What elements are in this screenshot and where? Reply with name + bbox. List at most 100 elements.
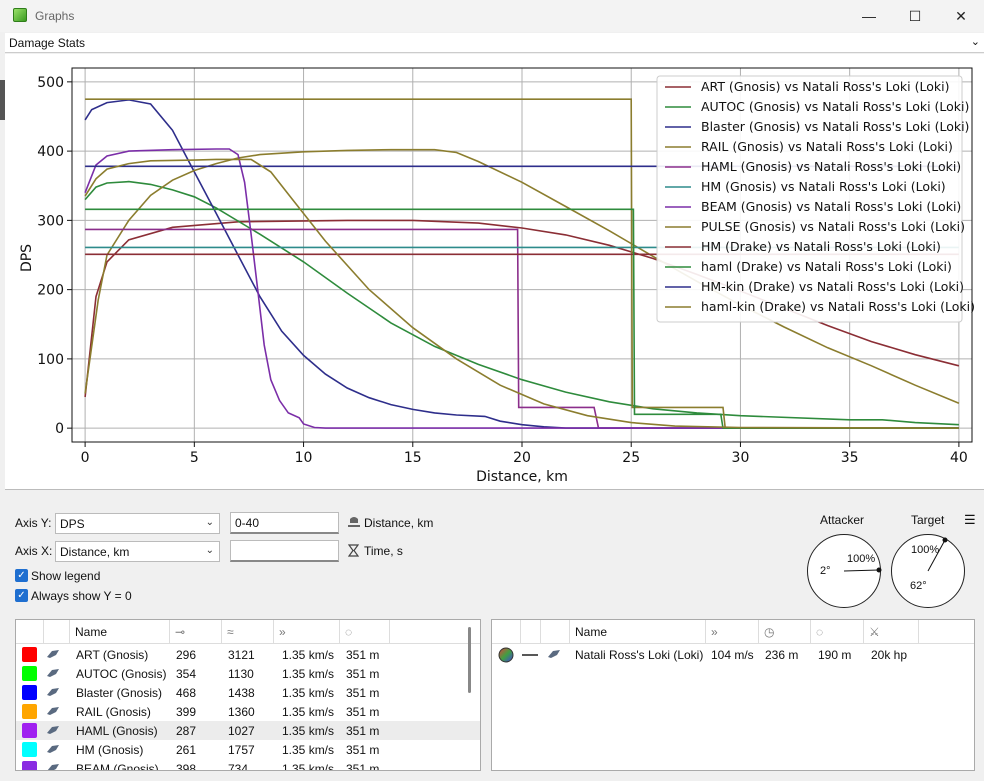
attacker-dial[interactable]: 100% 2° — [807, 534, 882, 608]
color-swatch[interactable] — [22, 685, 37, 700]
row-speed: 1.35 km/s — [282, 705, 335, 719]
table-row[interactable]: Blaster (Gnosis) 468 1438 1.35 km/s 351 m — [16, 683, 480, 702]
attacker-label: Attacker — [820, 513, 865, 527]
row-radius: 351 m — [346, 762, 380, 771]
axis-x-select[interactable]: Distance, km ⌄ — [55, 541, 220, 562]
attacker-table: Name ⊸ ≈ » ◌ ART (Gnosis) 296 3121 1.35 km/… — [15, 619, 481, 771]
attacker-table-scrollbar[interactable] — [468, 627, 471, 693]
target-table: Name » ◷ ◌ ⚔ Natali Ross's Loki (Loki) 10… — [491, 619, 975, 771]
color-swatch[interactable] — [22, 742, 37, 757]
row-dps: 399 — [176, 705, 197, 719]
legend-entry: HM (Gnosis) vs Natali Ross's Loki (Loki) — [701, 179, 946, 194]
target-signature: 236 m — [765, 648, 799, 662]
row-radius: 351 m — [346, 743, 380, 757]
x-range-input[interactable]: 0-40 — [230, 512, 339, 534]
col-speed-icon[interactable]: » — [274, 620, 340, 644]
axis-y-select[interactable]: DPS ⌄ — [55, 513, 220, 534]
row-speed: 1.35 km/s — [282, 743, 335, 757]
ship-icon[interactable] — [46, 725, 60, 735]
ship-icon[interactable] — [46, 744, 60, 754]
ship-icon[interactable] — [46, 649, 60, 659]
col-target-sig-icon[interactable]: ◷ — [759, 620, 811, 644]
graph-type-value: Damage Stats — [9, 36, 86, 50]
target-percent: 100% — [911, 544, 940, 556]
row-name: HAML (Gnosis) — [76, 724, 158, 738]
target-dial[interactable]: 100% 62° — [891, 534, 965, 608]
row-dps: 468 — [176, 686, 197, 700]
row-dps: 398 — [176, 762, 197, 771]
legend-entry: HAML (Gnosis) vs Natali Ross's Loki (Lok… — [701, 159, 961, 174]
table-row[interactable]: ART (Gnosis) 296 3121 1.35 km/s 351 m — [16, 645, 480, 664]
legend-entry: RAIL (Gnosis) vs Natali Ross's Loki (Lok… — [701, 139, 953, 154]
color-swatch[interactable] — [22, 647, 37, 662]
col-name[interactable]: Name — [70, 620, 170, 644]
row-name: HM (Gnosis) — [76, 743, 144, 757]
row-radius: 351 m — [346, 724, 380, 738]
axis-x-label: Axis X: — [15, 544, 53, 558]
distance-icon — [348, 517, 360, 527]
menu-icon[interactable]: ☰ — [964, 512, 976, 528]
attacker-angle: 2° — [820, 565, 831, 577]
line-style-icon[interactable] — [522, 654, 538, 656]
graph-type-select[interactable]: Damage Stats ⌄ — [5, 33, 984, 53]
row-volley: 1130 — [228, 667, 254, 681]
table-row[interactable]: AUTOC (Gnosis) 354 1130 1.35 km/s 351 m — [16, 664, 480, 683]
time-input[interactable] — [230, 540, 339, 562]
always-show-y0-checkbox[interactable]: ✓ — [15, 589, 28, 602]
col-target-radius-icon[interactable]: ◌ — [811, 620, 864, 644]
row-speed: 1.35 km/s — [282, 762, 335, 771]
target-hp: 20k hp — [871, 648, 908, 662]
target-profile-icon[interactable] — [498, 647, 514, 663]
table-row[interactable]: BEAM (Gnosis) 398 734 1.35 km/s 351 m — [16, 759, 480, 771]
attacker-table-header: Name ⊸ ≈ » ◌ — [16, 620, 480, 644]
ship-icon[interactable] — [46, 706, 60, 716]
col-volley-icon[interactable]: ≈ — [222, 620, 274, 644]
y-axis-label: DPS — [19, 244, 35, 272]
y-tick-label: 400 — [37, 144, 64, 160]
maximize-button[interactable]: ☐ — [892, 0, 938, 32]
window-title: Graphs — [35, 9, 75, 23]
table-row[interactable]: HM (Gnosis) 261 1757 1.35 km/s 351 m — [16, 740, 480, 759]
col-signature-icon[interactable]: ◌ — [340, 620, 390, 644]
hourglass-icon — [348, 544, 359, 557]
ship-icon[interactable] — [46, 763, 60, 771]
target-table-header: Name » ◷ ◌ ⚔ — [492, 620, 974, 644]
color-swatch[interactable] — [22, 761, 37, 770]
target-angle: 62° — [910, 580, 927, 592]
row-radius: 351 m — [346, 648, 380, 662]
row-name: ART (Gnosis) — [76, 648, 149, 662]
col-target-name[interactable]: Name — [570, 620, 706, 644]
minimize-button[interactable]: — — [846, 0, 892, 32]
legend-entry: PULSE (Gnosis) vs Natali Ross's Loki (Lo… — [701, 219, 965, 234]
table-row[interactable]: Natali Ross's Loki (Loki) 104 m/s 236 m 190… — [492, 645, 974, 664]
show-legend-label: Show legend — [31, 569, 101, 583]
legend-entry: AUTOC (Gnosis) vs Natali Ross's Loki (Lo… — [701, 99, 969, 114]
show-legend-checkbox[interactable]: ✓ — [15, 569, 28, 582]
legend-entry: BEAM (Gnosis) vs Natali Ross's Loki (Lok… — [701, 199, 961, 214]
distance-unit-label: Distance, km — [364, 516, 434, 530]
target-radius: 190 m — [818, 648, 852, 662]
x-tick-label: 25 — [622, 450, 640, 466]
ship-icon[interactable] — [46, 687, 60, 697]
color-swatch[interactable] — [22, 666, 37, 681]
col-dps-icon[interactable]: ⊸ — [170, 620, 222, 644]
row-name: BEAM (Gnosis) — [76, 762, 159, 771]
legend-entry: haml (Drake) vs Natali Ross's Loki (Loki… — [701, 259, 952, 274]
col-target-hp-icon[interactable]: ⚔ — [864, 620, 919, 644]
table-row[interactable]: RAIL (Gnosis) 399 1360 1.35 km/s 351 m — [16, 702, 480, 721]
ship-icon[interactable] — [46, 668, 60, 678]
ship-icon[interactable] — [547, 649, 561, 659]
y-tick-label: 100 — [37, 352, 64, 368]
x-tick-label: 0 — [81, 450, 90, 466]
table-row[interactable]: HAML (Gnosis) 287 1027 1.35 km/s 351 m — [16, 721, 480, 740]
x-range-value: 0-40 — [235, 516, 260, 530]
color-swatch[interactable] — [22, 704, 37, 719]
graphs-window: Graphs — ☐ ✕ Damage Stats ⌄ 0 5 10 15 20 25 30… — [0, 0, 984, 781]
x-tick-label: 40 — [950, 450, 968, 466]
chevron-down-icon: ⌄ — [205, 517, 214, 528]
target-label: Target — [911, 513, 945, 527]
close-button[interactable]: ✕ — [938, 0, 984, 32]
x-tick-label: 35 — [841, 450, 859, 466]
col-target-speed-icon[interactable]: » — [706, 620, 759, 644]
color-swatch[interactable] — [22, 723, 37, 738]
